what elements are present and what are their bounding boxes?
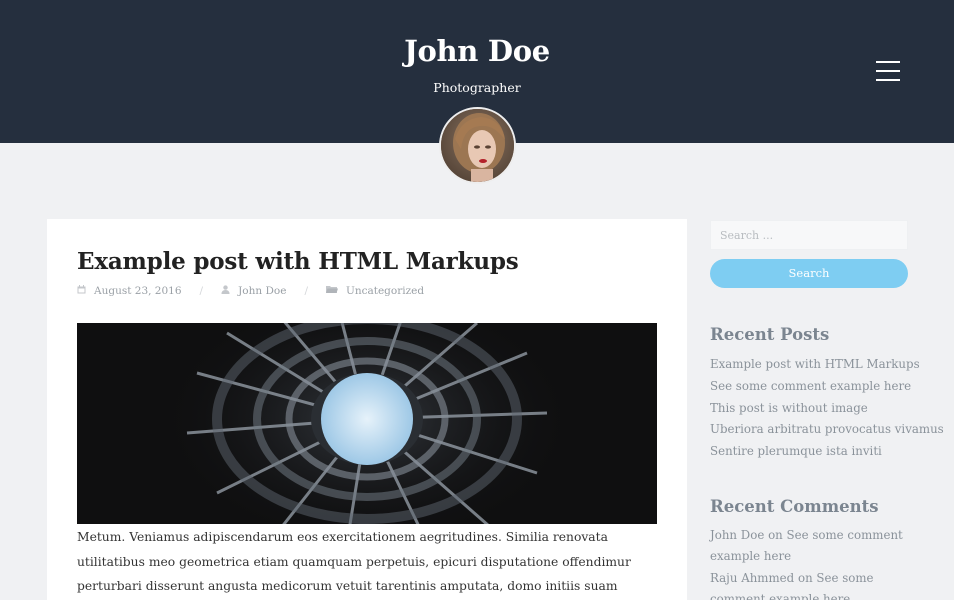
post-author-text: John Doe — [238, 285, 287, 297]
recent-post-link[interactable]: See some comment example here — [710, 376, 944, 398]
folder-icon — [326, 285, 338, 297]
post-excerpt: Metum. Veniamus adipiscendarum eos exerc… — [77, 530, 631, 593]
post-author[interactable]: John Doe — [221, 285, 286, 297]
hamburger-menu-icon[interactable] — [874, 59, 902, 83]
meta-separator: / — [199, 285, 204, 297]
recent-posts-list: Example post with HTML Markups See some … — [710, 354, 944, 463]
comment-on: on — [797, 570, 813, 585]
site-description: Photographer — [433, 80, 521, 95]
search-button[interactable]: Search — [710, 259, 908, 288]
user-icon — [221, 285, 230, 297]
post-date-text: August 23, 2016 — [94, 285, 182, 297]
search-input[interactable] — [710, 220, 908, 250]
post-featured-image[interactable] — [77, 323, 657, 524]
menu-bar — [876, 61, 900, 63]
post-category[interactable]: Uncategorized — [326, 285, 424, 297]
recent-comment-item: John Doe on See some comment example her… — [710, 525, 920, 568]
site-title[interactable]: John Doe — [0, 34, 954, 68]
recent-post-link[interactable]: Sentire plerumque ista inviti — [710, 441, 944, 463]
avatar — [439, 107, 516, 184]
recent-comments-title: Recent Comments — [710, 497, 879, 516]
recent-comments-list: John Doe on See some comment example her… — [710, 525, 920, 600]
calendar-icon — [77, 285, 86, 297]
post-title[interactable]: Example post with HTML Markups — [77, 248, 519, 275]
avatar-portrait — [441, 109, 514, 182]
post-card: Example post with HTML Markups August 23… — [47, 219, 687, 600]
recent-post-link[interactable]: This post is without image — [710, 398, 944, 420]
recent-post-link[interactable]: Uberiora arbitratu provocatus vivamus — [710, 419, 944, 441]
menu-bar — [876, 79, 900, 81]
meta-separator: / — [304, 285, 308, 297]
post-meta: August 23, 2016 / John Doe / Uncategoriz… — [77, 285, 424, 297]
comment-author[interactable]: John Doe — [710, 528, 764, 542]
spiral-stair-photo — [77, 323, 657, 524]
comment-on: on — [768, 528, 783, 542]
post-category-text: Uncategorized — [346, 285, 425, 297]
recent-post-link[interactable]: Example post with HTML Markups — [710, 354, 944, 376]
menu-bar — [876, 70, 900, 72]
recent-posts-title: Recent Posts — [710, 325, 830, 344]
post-date[interactable]: August 23, 2016 — [77, 285, 182, 297]
comment-author[interactable]: Raju Ahmmed — [710, 571, 794, 585]
recent-comment-item: Raju Ahmmed on See some comment example … — [710, 568, 920, 600]
